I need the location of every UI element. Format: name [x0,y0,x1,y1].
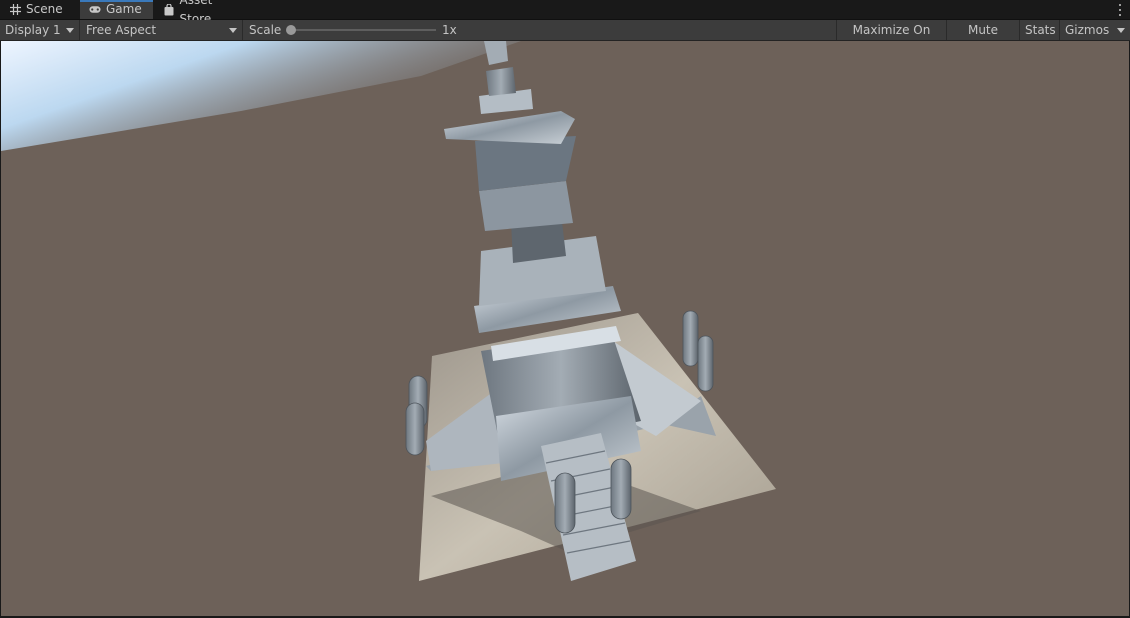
sky-horizon [1,41,521,151]
display-dropdown[interactable]: Display 1 [0,20,80,40]
gizmos-dropdown-arrow[interactable] [1112,20,1130,40]
scale-label: Scale [249,23,282,37]
scene-render [1,41,776,581]
spire-middle [486,67,516,96]
aspect-dropdown-value: Free Aspect [86,23,157,37]
upper-roof [444,111,575,144]
mute-audio-button[interactable]: Mute Audio [947,20,1020,57]
tab-asset-store[interactable]: Asset Store [154,0,254,26]
tab-game-label: Game [106,2,142,16]
tab-bar: Scene Game Asset Store [0,0,1130,26]
game-viewport[interactable] [1,41,1129,616]
aspect-dropdown[interactable]: Free Aspect [81,20,243,40]
more-options-icon[interactable] [1116,2,1124,17]
grid-icon [9,4,21,16]
display-dropdown-value: Display 1 [5,23,61,37]
spire-top [484,41,508,65]
stats-button[interactable]: Stats [1020,20,1060,40]
maximize-on-play-button[interactable]: Maximize On Play [836,20,947,57]
scale-value: 1x [442,23,457,37]
tab-game[interactable]: Game [80,0,153,19]
gizmos-button[interactable]: Gizmos [1060,20,1112,40]
tab-scene[interactable]: Scene [0,0,79,19]
scale-slider-track[interactable] [290,29,436,31]
gamepad-icon [89,4,101,16]
scale-slider-thumb[interactable] [286,25,296,35]
shopping-bag-icon [163,3,175,16]
tab-scene-label: Scene [26,2,63,16]
